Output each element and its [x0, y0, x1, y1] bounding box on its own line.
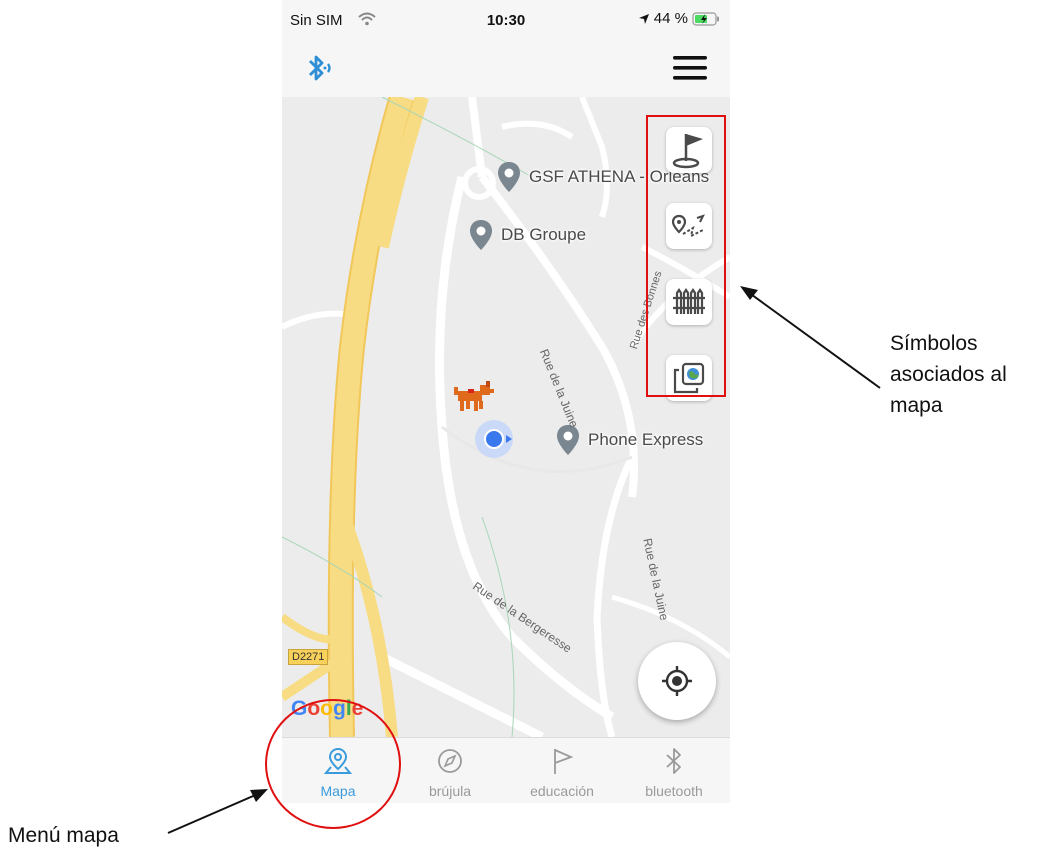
- symbols-annotation: Símbolos asociados al mapa: [890, 328, 1007, 421]
- annotation-line: Símbolos: [890, 332, 978, 355]
- annotation-arrows: [167, 286, 881, 834]
- menu-annotation: Menú mapa: [8, 824, 119, 847]
- annotation-line: mapa: [890, 394, 943, 417]
- annotation-line: asociados al: [890, 363, 1007, 386]
